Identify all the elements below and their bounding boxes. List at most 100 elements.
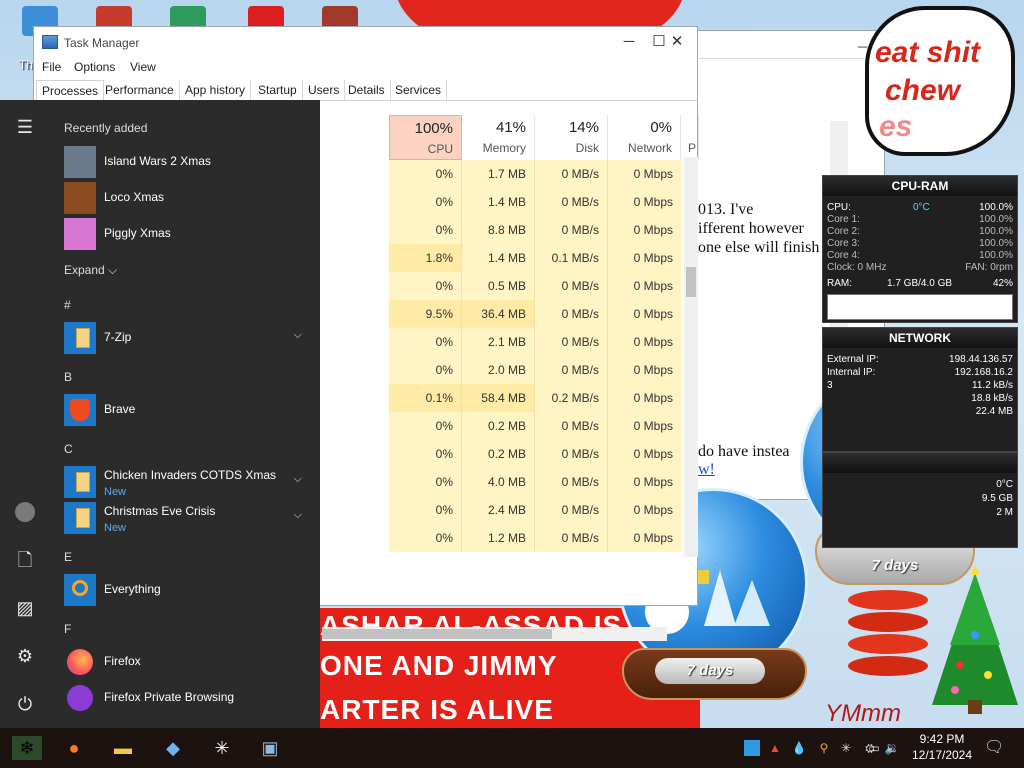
- firefox-taskbar-icon[interactable]: ●: [62, 736, 86, 760]
- tab-performance[interactable]: Performance: [100, 80, 180, 101]
- chevron-down-icon[interactable]: ⌵: [294, 509, 302, 522]
- ram-usage-graph: [827, 294, 1013, 320]
- table-cell: 0 Mbps: [608, 160, 681, 188]
- file-explorer-icon[interactable]: ▬: [111, 736, 135, 760]
- tab-details[interactable]: Details: [343, 80, 391, 101]
- group-letter[interactable]: B: [64, 370, 72, 384]
- tab-startup[interactable]: Startup: [253, 80, 303, 101]
- start-menu-item[interactable]: Chicken Invaders COTDS Xmas New ⌵: [58, 464, 308, 500]
- table-cell: 0 MB/s: [535, 440, 608, 468]
- network-icon[interactable]: ▭: [866, 740, 882, 756]
- menu-file[interactable]: File: [42, 60, 61, 74]
- tab-services[interactable]: Services: [390, 80, 448, 101]
- start-menu[interactable]: ☰ 🗋 ▨ ⚙ ⏻ Recently added Island Wars 2 X…: [0, 100, 320, 728]
- task-manager-taskbar-icon[interactable]: ▣: [258, 736, 282, 760]
- table-cell: 0%: [389, 524, 462, 552]
- table-cell: 0.1 MB/s: [535, 244, 608, 272]
- start-menu-item[interactable]: Firefox: [58, 644, 308, 680]
- pictures-icon[interactable]: ▨: [12, 595, 38, 621]
- folder-icon: [64, 322, 96, 354]
- table-cell: 0%: [389, 440, 462, 468]
- system-gadget-temp: 0°C: [996, 479, 1013, 490]
- vertical-scrollbar[interactable]: [684, 157, 698, 557]
- tab-users[interactable]: Users: [303, 80, 346, 101]
- group-letter[interactable]: F: [64, 622, 71, 636]
- table-cell: 0%: [389, 272, 462, 300]
- start-menu-item[interactable]: Loco Xmas: [58, 180, 308, 216]
- column-header-p[interactable]: P: [681, 115, 699, 160]
- settings-icon[interactable]: ⚙: [12, 643, 38, 669]
- network-row-value: 22.4 MB: [975, 406, 1013, 417]
- expand-button[interactable]: Expand ⌵: [64, 263, 117, 278]
- table-cell: 0 MB/s: [535, 216, 608, 244]
- chevron-down-icon[interactable]: ⌵: [294, 473, 302, 486]
- cpu-ram-gadget[interactable]: CPU-RAM CPU: 0°C 100.0% Core 1: 100.0% Core 2…: [822, 175, 1018, 323]
- clock-time[interactable]: 9:42 PM: [900, 732, 984, 746]
- table-cell: 0 MB/s: [535, 300, 608, 328]
- table-cell: 0%: [389, 188, 462, 216]
- start-menu-item[interactable]: Everything: [58, 572, 308, 608]
- power-icon[interactable]: ⏻: [12, 691, 38, 717]
- column-header-cpu[interactable]: 100% CPU: [389, 115, 462, 160]
- table-cell: 0.5 MB: [462, 272, 535, 300]
- volume-icon[interactable]: 🔉: [884, 740, 900, 756]
- tab-processes[interactable]: Processes: [36, 80, 105, 101]
- tray-drop-icon[interactable]: 💧: [791, 740, 807, 756]
- start-menu-item[interactable]: Brave: [58, 392, 308, 428]
- cpu-ram-row-value: 100.0%: [979, 238, 1013, 249]
- start-menu-item[interactable]: Piggly Xmas: [58, 216, 308, 252]
- table-cell: 0.1%: [389, 384, 462, 412]
- window-title: Task Manager: [64, 36, 140, 50]
- table-cell: 0%: [389, 216, 462, 244]
- start-menu-item[interactable]: Firefox Private Browsing: [58, 680, 308, 716]
- menu-options[interactable]: Options: [74, 60, 115, 74]
- notifications-icon[interactable]: 🗨: [984, 740, 1004, 756]
- table-cell: 0%: [389, 160, 462, 188]
- table-cell: 9.5%: [389, 300, 462, 328]
- table-cell: 0%: [389, 468, 462, 496]
- app-taskbar-icon[interactable]: ◆: [161, 736, 185, 760]
- system-gadget[interactable]: 0°C 9.5 GB 2 M: [822, 452, 1018, 548]
- recently-added-heading: Recently added: [64, 121, 148, 135]
- tray-search-icon[interactable]: ⚲: [816, 740, 832, 756]
- column-header-network[interactable]: 0% Network: [608, 115, 681, 160]
- group-letter[interactable]: C: [64, 442, 73, 456]
- chevron-down-icon[interactable]: ⌵: [294, 329, 302, 342]
- article-link[interactable]: w!: [698, 461, 715, 479]
- network-gadget[interactable]: NETWORK External IP: 198.44.136.57 Interna…: [822, 327, 1018, 452]
- tray-tool-icon[interactable]: ▲: [767, 740, 783, 756]
- table-cell: 2.1 MB: [462, 328, 535, 356]
- minimize-button[interactable]: ─: [614, 31, 644, 53]
- tray-app-icon[interactable]: [744, 740, 760, 756]
- bubble-text-line: eat shit: [875, 36, 981, 69]
- start-menu-item[interactable]: Christmas Eve Crisis New ⌵: [58, 500, 308, 536]
- hamburger-icon[interactable]: ☰: [12, 114, 38, 140]
- background-window-titlebar: [698, 31, 884, 59]
- cpu-ram-row-label: CPU:: [827, 202, 851, 213]
- close-button[interactable]: ✕: [662, 31, 692, 53]
- article-text-line: do have instea: [698, 443, 790, 460]
- user-icon[interactable]: [12, 499, 38, 525]
- group-letter[interactable]: E: [64, 550, 72, 564]
- start-menu-item-label: Firefox Private Browsing: [104, 690, 235, 704]
- table-cell: 0 MB/s: [535, 496, 608, 524]
- column-header-disk[interactable]: 14% Disk: [535, 115, 608, 160]
- clock-date[interactable]: 12/17/2024: [900, 748, 984, 762]
- task-manager-titlebar[interactable]: Task Manager ─ ☐ ✕: [34, 27, 697, 57]
- tab-app-history[interactable]: App history: [180, 80, 252, 101]
- cpu-ram-row-value: 100.0%: [979, 202, 1013, 213]
- start-menu-item[interactable]: 7-Zip ⌵: [58, 320, 308, 356]
- table-cell: 0 Mbps: [608, 524, 681, 552]
- vertical-scroll-thumb[interactable]: [686, 267, 696, 297]
- snowflake-taskbar-icon[interactable]: ✳: [210, 736, 234, 760]
- group-letter[interactable]: #: [64, 298, 71, 312]
- menu-view[interactable]: View: [130, 60, 156, 74]
- horizontal-scroll-thumb[interactable]: [322, 629, 552, 639]
- start-button[interactable]: ❄: [12, 736, 42, 760]
- network-row: 22.4 MB: [827, 406, 1013, 418]
- tray-snowflake-icon[interactable]: ✳: [838, 740, 854, 756]
- column-header-memory[interactable]: 41% Memory: [462, 115, 535, 160]
- start-menu-item[interactable]: Island Wars 2 Xmas: [58, 144, 308, 180]
- table-cell: 0%: [389, 412, 462, 440]
- document-icon[interactable]: 🗋: [12, 547, 38, 573]
